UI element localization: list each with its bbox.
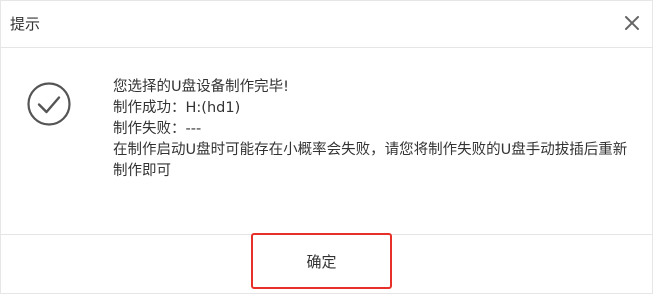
close-button[interactable]	[622, 13, 642, 33]
check-circle-icon	[26, 81, 72, 127]
message-line-success: 制作成功：H:(hd1)	[113, 100, 241, 116]
ok-button-label: 确定	[306, 252, 337, 271]
dialog-titlebar: 提示	[1, 1, 652, 48]
message-line-complete: 您选择的U盘设备制作完毕!	[113, 79, 289, 95]
close-icon	[625, 16, 639, 30]
dialog-title: 提示	[10, 15, 41, 33]
message-line-hint: 在制作启动U盘时可能存在小概率会失败，请您将制作失败的U盘手动拔插后重新制作即可	[113, 142, 628, 179]
dialog-message: 您选择的U盘设备制作完毕! 制作成功：H:(hd1) 制作失败：--- 在制作启…	[113, 77, 633, 182]
ok-button[interactable]: 确定	[251, 233, 392, 289]
message-dialog: 提示 您选择的U盘设备制作完毕! 制作成功：H:(hd1) 制作失败：--- 在…	[0, 0, 653, 294]
message-line-failure: 制作失败：---	[113, 121, 202, 137]
